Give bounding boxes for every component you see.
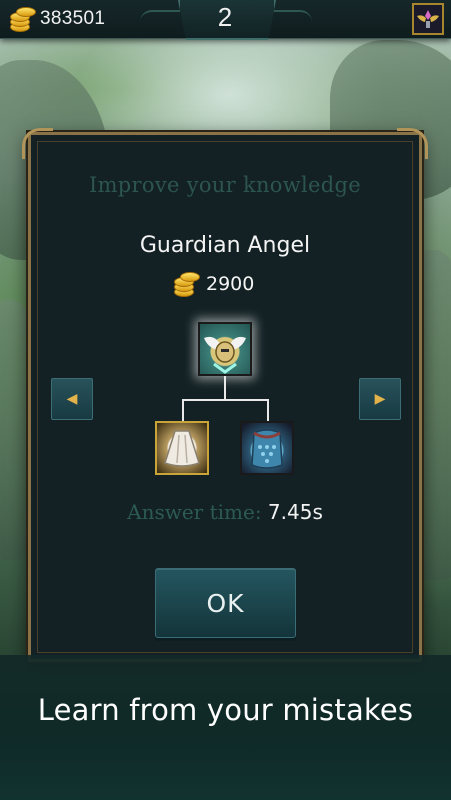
guardian-angel-icon[interactable]	[198, 322, 252, 376]
tree-connector-right	[267, 399, 269, 421]
ok-button[interactable]: OK	[155, 568, 296, 638]
tree-connector-vertical	[224, 376, 226, 400]
item-name: Guardian Angel	[139, 233, 311, 258]
item-price: 2900	[172, 270, 254, 298]
chain-vest-icon[interactable]	[240, 421, 294, 475]
tree-connector-left	[182, 399, 184, 421]
frame-corner-left	[22, 128, 53, 159]
tree-connector-horizontal	[182, 399, 269, 401]
cloth-cape-icon[interactable]	[155, 421, 209, 475]
answer-time-label: Answer time:	[127, 500, 262, 524]
ok-button-label: OK	[206, 588, 245, 618]
previous-item-button[interactable]: ◀	[51, 378, 93, 420]
next-item-button[interactable]: ▶	[359, 378, 401, 420]
round-number: 2	[217, 2, 233, 32]
profile-emblem-button[interactable]	[412, 3, 444, 35]
coin-count: 383501	[40, 8, 106, 29]
answer-time: Answer time: 7.45s	[28, 500, 422, 524]
promo-caption: Learn from your mistakes	[37, 693, 414, 727]
arrow-left-icon: ◀	[66, 391, 78, 407]
caption-band	[0, 655, 451, 800]
arrow-right-icon: ▶	[374, 391, 386, 407]
dialog-title: Improve your knowledge	[89, 173, 361, 197]
coin-balance: 383501	[8, 6, 105, 32]
price-value: 2900	[206, 273, 255, 295]
banner-ornament-left	[140, 10, 180, 26]
gold-coins-icon	[8, 6, 36, 32]
gold-coins-icon	[172, 271, 200, 297]
answer-time-value: 7.45s	[267, 500, 323, 524]
banner-ornament-right	[272, 10, 312, 26]
winged-emblem-icon	[417, 10, 439, 28]
